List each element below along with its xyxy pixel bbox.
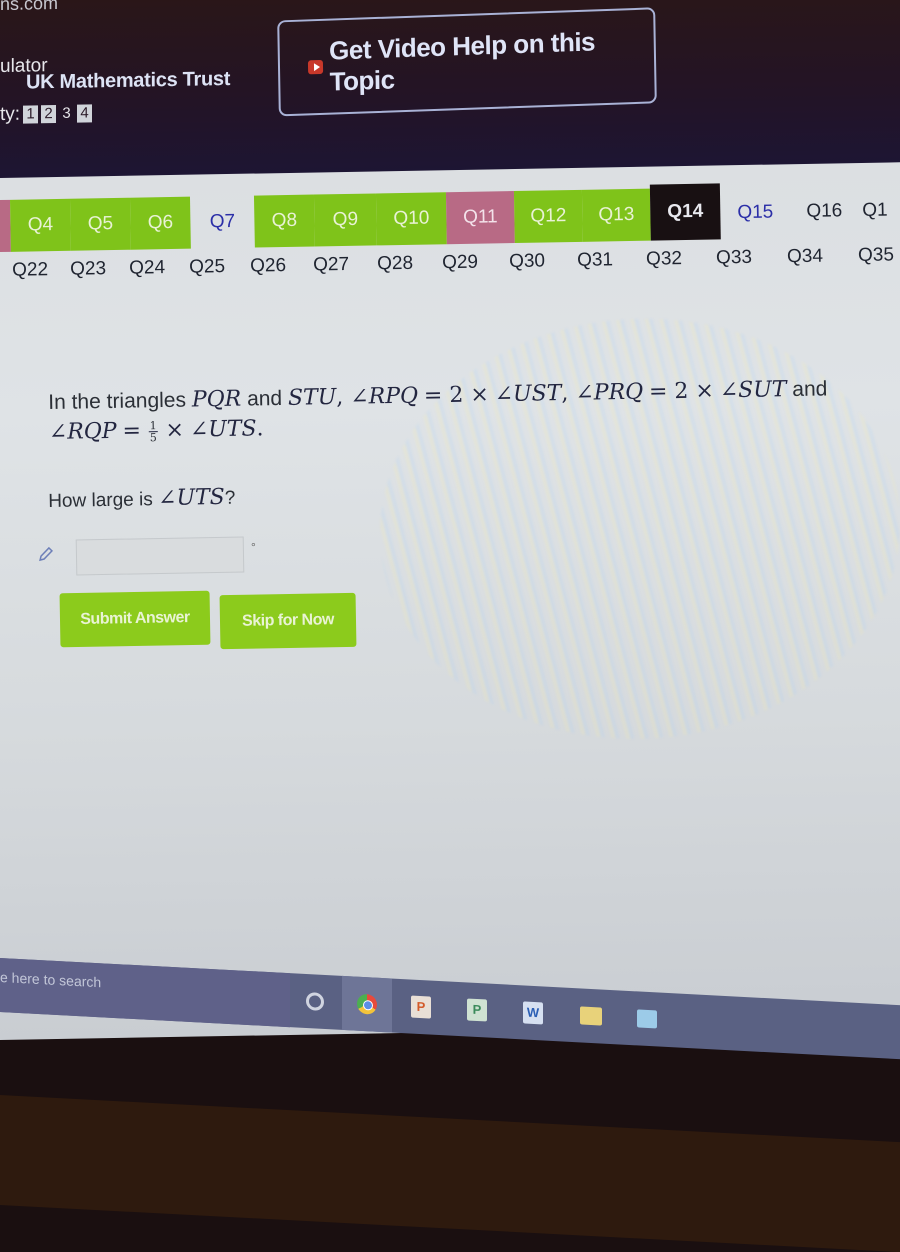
angle-uts: ∠UTS (189, 416, 257, 443)
question-tab-q6[interactable]: Q6 (129, 196, 191, 250)
difficulty-level-4[interactable]: 4 (77, 104, 93, 123)
answer-input[interactable] (75, 536, 245, 576)
difficulty-row: ty: 1 2 3 4 (0, 102, 93, 126)
question-tab-q22[interactable]: Q22 (12, 259, 48, 282)
angle-rqp: ∠RQP (48, 418, 117, 445)
question-tab-q27[interactable]: Q27 (313, 254, 349, 277)
fraction-denominator: 5 (149, 431, 157, 445)
triangle-stu: STU (287, 384, 337, 411)
question-tab-q16[interactable]: Q16 (790, 185, 859, 238)
difficulty-label: ty: (0, 103, 21, 125)
folder-icon (580, 1006, 602, 1026)
taskbar-file-explorer[interactable] (566, 988, 616, 1045)
angle-ust: ∠UST (494, 381, 562, 408)
question-tab-q12[interactable]: Q12 (513, 189, 583, 244)
prompt-end: ? (224, 487, 236, 509)
prompt-angle: ∠UTS (157, 484, 225, 512)
laptop-bezel (0, 1095, 900, 1252)
fraction-one-fifth: 1 5 (148, 419, 158, 445)
question-intro: In the triangles (48, 388, 187, 414)
video-play-icon (307, 59, 324, 75)
question-tab-q13[interactable]: Q13 (581, 188, 651, 242)
chrome-icon (357, 993, 377, 1015)
question-tab-q28[interactable]: Q28 (377, 253, 413, 276)
difficulty-level-3[interactable]: 3 (59, 105, 74, 123)
question-tab-q5[interactable]: Q5 (69, 197, 131, 251)
question-tab-q17-partial[interactable]: Q1 (862, 184, 900, 237)
question-tab-q25[interactable]: Q25 (189, 256, 225, 279)
difficulty-level-1[interactable]: 1 (23, 105, 39, 124)
question-tab-q8[interactable]: Q8 (253, 194, 315, 248)
skip-for-now-button[interactable]: Skip for Now (219, 592, 357, 650)
publisher-icon: P (467, 998, 487, 1022)
question-and: and (246, 386, 283, 411)
taskbar-cortana[interactable] (290, 973, 340, 1030)
pencil-icon (39, 546, 54, 562)
question-tab-q9[interactable]: Q9 (313, 193, 377, 247)
taskbar-publisher[interactable]: P (452, 982, 502, 1039)
question-and-2: and (792, 377, 828, 402)
cortana-icon (306, 992, 324, 1011)
times-sign: × (165, 417, 185, 443)
triangle-pqr: PQR (191, 386, 242, 413)
equals-two-times-2: = 2 × (648, 378, 715, 405)
angle-prq: ∠PRQ (575, 379, 644, 406)
angle-sut: ∠SUT (719, 377, 787, 404)
taskbar-search-placeholder: e here to search (0, 969, 102, 991)
question-tab-q30[interactable]: Q30 (509, 250, 545, 273)
video-help-button[interactable]: Get Video Help on this Topic (277, 7, 657, 117)
question-tab-q4[interactable]: Q4 (9, 198, 71, 252)
question-tab-q15[interactable]: Q15 (722, 186, 789, 239)
question-tab-q14[interactable]: Q14 (649, 183, 721, 241)
degree-unit: ° (251, 540, 256, 554)
page-header: ns.com ulator UK Mathematics Trust ty: 1… (0, 0, 900, 179)
question-tab-q34[interactable]: Q34 (787, 246, 823, 269)
question-tab-q31[interactable]: Q31 (577, 249, 613, 272)
equals-sign: = (122, 418, 142, 444)
app-icon (637, 1009, 657, 1029)
angle-rpq: ∠RPQ (350, 383, 419, 410)
prompt-text: How large is (48, 489, 153, 512)
question-tab-q11[interactable]: Q11 (445, 191, 515, 245)
question-tab-q23[interactable]: Q23 (70, 258, 106, 281)
submit-answer-button[interactable]: Submit Answer (59, 590, 211, 648)
powerpoint-icon: P (411, 995, 431, 1019)
difficulty-level-2[interactable]: 2 (41, 105, 57, 124)
question-tab-q29[interactable]: Q29 (442, 252, 478, 275)
url-fragment: ns.com (0, 0, 59, 14)
question-tab-q32[interactable]: Q32 (646, 248, 682, 271)
word-icon: W (523, 1001, 543, 1025)
video-help-label: Get Video Help on this Topic (328, 26, 596, 97)
question-tab-q26[interactable]: Q26 (250, 255, 286, 278)
taskbar-chrome[interactable] (342, 975, 392, 1033)
question-tab-q24[interactable]: Q24 (129, 257, 165, 280)
taskbar-other-app[interactable] (622, 991, 672, 1048)
question-prompt: How large is ∠UTS? (48, 485, 236, 513)
question-tab-q10[interactable]: Q10 (375, 192, 447, 246)
question-tab-q7[interactable]: Q7 (192, 196, 253, 249)
taskbar-powerpoint[interactable]: P (396, 979, 446, 1036)
question-tab-q33[interactable]: Q33 (716, 247, 752, 270)
source-label: UK Mathematics Trust (26, 67, 231, 94)
equals-two-times: = 2 × (423, 382, 489, 409)
taskbar-word[interactable]: W (508, 985, 558, 1042)
question-tab-q35[interactable]: Q35 (858, 244, 894, 267)
